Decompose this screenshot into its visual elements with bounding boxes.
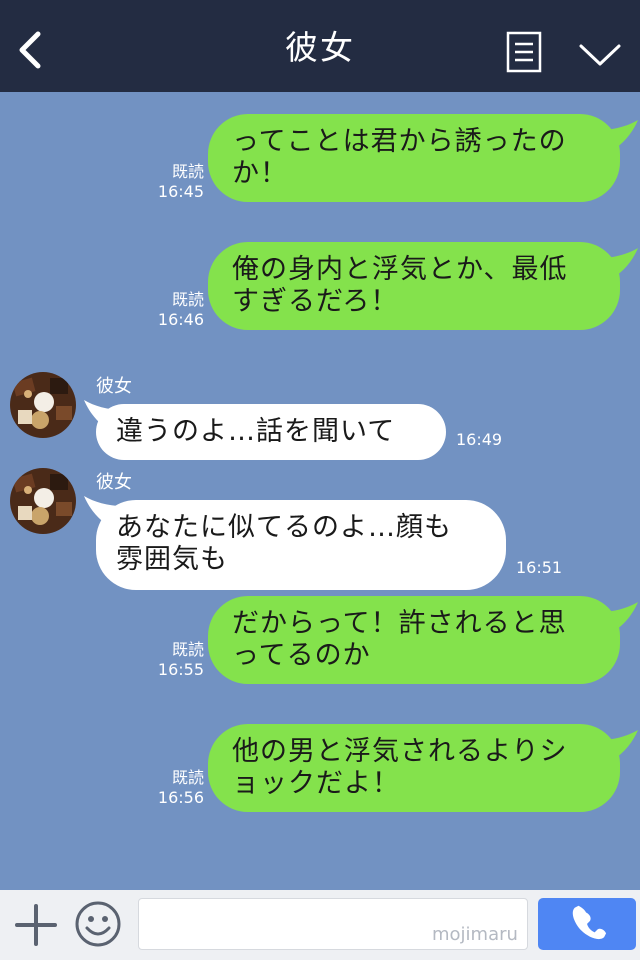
avatar[interactable] [10,468,76,534]
chocolate-avatar-icon [10,372,76,438]
read-receipt: 既読 16:56 [157,768,204,807]
read-receipt: 既読 16:55 [157,640,204,679]
sender-name: 彼女 [96,472,132,493]
chat-title: 彼女 [285,28,355,67]
message-bubble-sent[interactable]: 他の男と浮気されるよりシ ョックだよ！ [208,724,620,812]
emoji-icon[interactable] [74,900,122,948]
memo-icon[interactable] [506,31,542,73]
message-bubble-sent[interactable]: ってことは君から誘ったの か！ [208,114,620,202]
read-receipt: 既読 16:46 [157,290,204,329]
message-bubble-received[interactable]: あなたに似てるのよ…顔も 雰囲気も [96,500,506,590]
chocolate-avatar-icon [10,468,76,534]
message-time: 16:49 [456,430,503,449]
sender-name: 彼女 [96,376,132,397]
phone-icon [572,905,607,940]
message-bubble-sent[interactable]: 俺の身内と浮気とか、最低 すぎるだろ！ [208,242,620,330]
message-bubble-received[interactable]: 違うのよ…話を聞いて [96,404,446,460]
message-time: 16:51 [516,558,563,577]
avatar[interactable] [10,372,76,438]
watermark: mojimaru [432,924,518,945]
message-bubble-sent[interactable]: だからって！許されると思 ってるのか [208,596,620,684]
chat-header: 彼女 [0,0,640,92]
chat-area[interactable]: 既読 16:45 ってことは君から誘ったの か！ 既読 16:46 俺の身内と浮気と… [0,92,640,890]
call-button[interactable] [538,898,636,950]
chevron-down-icon[interactable] [578,40,622,70]
plus-icon[interactable] [14,903,58,947]
read-receipt: 既読 16:45 [157,162,204,201]
